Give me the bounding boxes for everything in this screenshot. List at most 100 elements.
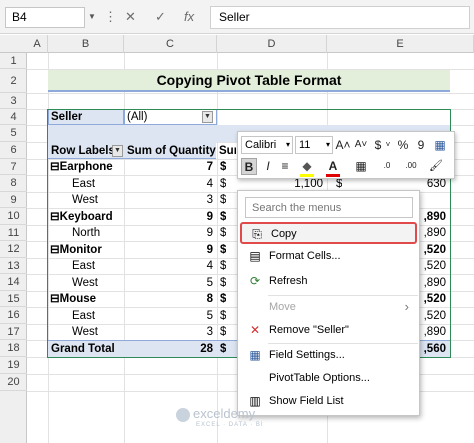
collapse-icon[interactable]: ⊟ (50, 211, 60, 223)
formula-input[interactable]: Seller (210, 6, 470, 29)
font-name-box[interactable]: Calibri ▾ (241, 136, 293, 154)
bold-button[interactable]: B (241, 158, 257, 175)
menu-search-input[interactable] (245, 197, 413, 218)
italic-button[interactable]: I (262, 158, 274, 174)
align-center-icon[interactable]: ≡ (278, 158, 292, 174)
item-label: East (72, 310, 96, 322)
format-painter-icon[interactable]: 🖌 (428, 158, 444, 174)
row-header[interactable]: 2 (0, 69, 27, 93)
shrink-font-icon[interactable]: A˅ (353, 137, 369, 153)
grand-total-qty: 28 (200, 343, 213, 355)
row-header[interactable]: 13 (0, 258, 27, 274)
decrease-decimal-icon[interactable]: .00 (400, 158, 422, 174)
qty-cell: 9 (206, 211, 213, 223)
more-options-icon[interactable]: ⋮ (104, 9, 117, 25)
format-cells-icon: ▤ (249, 249, 261, 263)
column-header-d[interactable]: D (217, 35, 327, 53)
value-cell: ,890 (423, 277, 446, 289)
row-header[interactable]: 8 (0, 175, 27, 192)
copy-icon: ⎘ (252, 227, 262, 241)
name-box[interactable]: B4 (5, 7, 85, 28)
menu-item-label: Copy (271, 228, 297, 240)
enter-icon[interactable]: ✓ (155, 9, 166, 25)
row-header[interactable]: 16 (0, 307, 27, 324)
mini-toolbar: Calibri ▾ 11 ▾ A˄ A˅ $ ˅ % 9 ▦ B I ≡ ◆ A ▦… (237, 131, 455, 179)
insert-function-icon[interactable]: fx (184, 9, 194, 24)
row-header[interactable]: 4 (0, 109, 27, 125)
group-mouse[interactable]: ⊟Mouse (50, 291, 96, 307)
value-cell: ,520 (423, 244, 446, 256)
menu-item-pivottable-options[interactable]: PivotTable Options... (240, 368, 417, 390)
field-settings-icon: ▦ (249, 348, 261, 362)
chevron-down-icon[interactable]: ▼ (88, 12, 96, 21)
collapse-icon[interactable]: ⊟ (50, 293, 60, 305)
column-header-c[interactable]: C (124, 35, 217, 53)
filter-dropdown-icon[interactable]: ▼ (202, 111, 213, 123)
group-label: Mouse (59, 293, 97, 305)
collapse-icon[interactable]: ⊟ (50, 244, 60, 256)
value-cell: ,890 (423, 211, 446, 223)
menu-item-label: Field Settings... (269, 349, 345, 361)
borders-icon[interactable]: ▦ (354, 158, 368, 174)
fill-color-icon[interactable]: ◆ (300, 158, 314, 174)
watermark-name: exceldemy (193, 406, 256, 421)
row-header[interactable]: 1 (0, 53, 27, 69)
menu-item-format-cells[interactable]: ▤ Format Cells... (240, 246, 417, 268)
font-size-box[interactable]: 11 ▾ (295, 136, 333, 154)
menu-item-field-settings[interactable]: ▦ Field Settings... (240, 345, 417, 367)
collapse-icon[interactable]: ⊟ (50, 161, 60, 173)
row-header[interactable]: 9 (0, 192, 27, 208)
group-monitor[interactable]: ⊟Monitor (50, 242, 102, 258)
header-row-labels: Row Labels (51, 145, 115, 157)
row-header[interactable]: 6 (0, 142, 27, 159)
group-earphone[interactable]: ⊟Earphone (50, 159, 113, 175)
row-header[interactable]: 20 (0, 374, 27, 391)
group-label: Earphone (59, 161, 113, 173)
font-size: 11 (299, 139, 311, 151)
row-header[interactable]: 18 (0, 340, 27, 357)
group-keyboard[interactable]: ⊟Keyboard (50, 209, 113, 225)
cancel-icon[interactable]: ✕ (125, 9, 136, 25)
font-color-icon[interactable]: A (326, 158, 340, 174)
menu-item-move[interactable]: Move › (240, 297, 417, 319)
column-header-a[interactable]: A (27, 35, 48, 53)
row-header[interactable]: 10 (0, 208, 27, 225)
row-header[interactable]: 15 (0, 291, 27, 307)
fill-color-swatch (300, 174, 314, 177)
row-header[interactable]: 3 (0, 93, 27, 109)
increase-decimal-icon[interactable]: .0 (378, 158, 396, 174)
grid-line (217, 53, 218, 443)
menu-item-copy[interactable]: ⎘ Copy (240, 222, 417, 244)
row-header[interactable]: 5 (0, 125, 27, 142)
qty-cell: 5 (206, 310, 213, 322)
chevron-down-icon[interactable]: ▾ (286, 137, 290, 153)
menu-item-remove-seller[interactable]: ✕ Remove "Seller" (240, 320, 417, 342)
value-cell: ,890 (423, 326, 446, 338)
comma-style-icon[interactable]: 9 (414, 137, 428, 153)
row-header[interactable]: 12 (0, 241, 27, 258)
value-cell: ,520 (423, 310, 446, 322)
percent-icon[interactable]: % (396, 137, 410, 153)
column-header-b[interactable]: B (48, 35, 124, 53)
watermark-logo: exceldemy EXCEL · DATA · BI (176, 406, 326, 428)
row-header[interactable]: 19 (0, 357, 27, 374)
table-format-icon[interactable]: ▦ (432, 137, 448, 153)
row-header[interactable]: 11 (0, 225, 27, 241)
chevron-down-icon[interactable]: ˅ (384, 137, 392, 153)
grow-font-icon[interactable]: A˄ (335, 137, 351, 153)
row-labels-dropdown-icon[interactable]: ▼ (112, 145, 123, 157)
menu-item-label: Remove "Seller" (269, 324, 349, 336)
header-sum-quantity: Sum of Quantity (127, 145, 216, 157)
currency-format-icon[interactable]: $ (372, 137, 384, 153)
qty-cell: 4 (206, 260, 213, 272)
chevron-down-icon[interactable]: ▾ (326, 137, 330, 153)
row-header[interactable]: 14 (0, 274, 27, 291)
row-header[interactable]: 7 (0, 159, 27, 175)
filter-value[interactable]: (All) (127, 109, 147, 125)
row-header[interactable]: 17 (0, 324, 27, 340)
item-label: North (72, 227, 101, 239)
menu-item-refresh[interactable]: ⟳ Refresh (240, 271, 417, 293)
column-header-e[interactable]: E (327, 35, 474, 53)
qty-cell: 3 (206, 326, 213, 338)
exceldemy-logo-icon (176, 407, 190, 422)
